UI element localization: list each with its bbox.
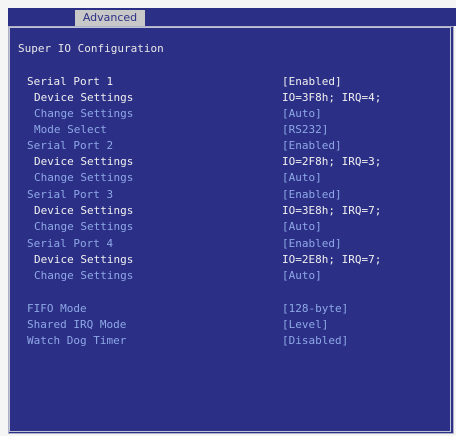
setting-label: Serial Port 4 — [27, 237, 114, 250]
setting-value[interactable]: [Enabled] — [282, 188, 342, 201]
setting-row[interactable]: Watch Dog Timer [Disabled] — [0, 334, 456, 348]
setting-label: Watch Dog Timer — [27, 334, 127, 347]
setting-value[interactable]: [Auto] — [282, 107, 322, 120]
setting-value: IO=2F8h; IRQ=3; — [282, 155, 382, 168]
top-menu-bar: Advanced — [8, 8, 456, 26]
setting-row[interactable]: Change Settings [Auto] — [0, 269, 456, 283]
setting-value: IO=3E8h; IRQ=7; — [282, 204, 382, 217]
setting-label: Serial Port 3 — [27, 188, 114, 201]
page-title: Super IO Configuration — [18, 42, 164, 55]
setting-value[interactable]: [Disabled] — [282, 334, 348, 347]
setting-value: IO=3F8h; IRQ=4; — [282, 91, 382, 104]
setting-value[interactable]: [Enabled] — [282, 139, 342, 152]
setting-value: IO=2E8h; IRQ=7; — [282, 253, 382, 266]
setting-label: Change Settings — [34, 269, 134, 282]
setting-label: FIFO Mode — [27, 302, 87, 315]
setting-row[interactable]: Change Settings [Auto] — [0, 220, 456, 234]
setting-row: Device Settings IO=2E8h; IRQ=7; — [0, 253, 456, 267]
setting-row[interactable]: Serial Port 3 [Enabled] — [0, 188, 456, 202]
setting-value[interactable]: [Auto] — [282, 269, 322, 282]
setting-row[interactable]: FIFO Mode [128-byte] — [0, 302, 456, 316]
tab-advanced[interactable]: Advanced — [75, 10, 145, 26]
setting-label: Mode Select — [34, 123, 107, 136]
setting-label: Device Settings — [34, 91, 134, 104]
setting-label: Change Settings — [34, 220, 134, 233]
setting-row[interactable]: Change Settings [Auto] — [0, 171, 456, 185]
setting-label: Shared IRQ Mode — [27, 318, 127, 331]
setting-row: Device Settings IO=3E8h; IRQ=7; — [0, 204, 456, 218]
setting-value[interactable]: [Auto] — [282, 171, 322, 184]
setting-row[interactable]: Shared IRQ Mode [Level] — [0, 318, 456, 332]
setting-value[interactable]: [128-byte] — [282, 302, 348, 315]
setting-label: Serial Port 1 — [27, 75, 114, 88]
setting-label: Change Settings — [34, 171, 134, 184]
setting-row[interactable]: Serial Port 4 [Enabled] — [0, 237, 456, 251]
setting-value: [Enabled] — [282, 75, 342, 88]
setting-label: Device Settings — [34, 155, 134, 168]
setting-row[interactable]: Mode Select [RS232] — [0, 123, 456, 137]
setting-row: Device Settings IO=3F8h; IRQ=4; — [0, 91, 456, 105]
setting-value[interactable]: [RS232] — [282, 123, 328, 136]
setting-label: Device Settings — [34, 253, 134, 266]
setting-row[interactable]: Change Settings [Auto] — [0, 107, 456, 121]
setting-label: Device Settings — [34, 204, 134, 217]
setting-label: Serial Port 2 — [27, 139, 114, 152]
setting-row[interactable]: Serial Port 2 [Enabled] — [0, 139, 456, 153]
setting-label: Change Settings — [34, 107, 134, 120]
setting-value[interactable]: [Level] — [282, 318, 328, 331]
setting-row: Device Settings IO=2F8h; IRQ=3; — [0, 155, 456, 169]
setting-value[interactable]: [Auto] — [282, 220, 322, 233]
setting-value[interactable]: [Enabled] — [282, 237, 342, 250]
setting-row: Serial Port 1 [Enabled] — [0, 75, 456, 89]
